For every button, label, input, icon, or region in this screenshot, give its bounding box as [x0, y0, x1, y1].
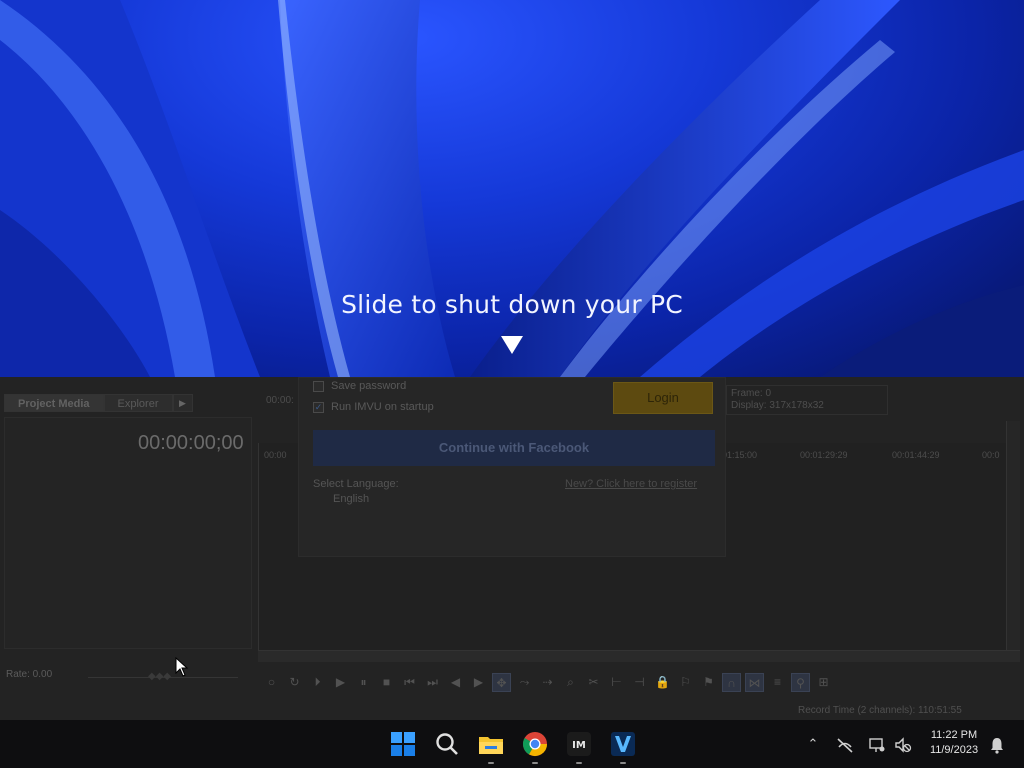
- vegas-running-indicator: [620, 762, 626, 764]
- frame-value: 0: [765, 388, 772, 399]
- mouse-cursor-icon: [175, 657, 189, 677]
- rate-slider-thumb-icon[interactable]: ◆◆◆: [148, 671, 174, 682]
- top-timecode: 00:00:: [266, 395, 294, 406]
- facebook-login-button[interactable]: Continue with Facebook: [313, 430, 715, 466]
- shutdown-slide-panel[interactable]: Slide to shut down your PC: [0, 0, 1024, 377]
- timeline-vertical-scrollbar[interactable]: [1006, 421, 1020, 651]
- go-to-start-icon[interactable]: ⏮: [400, 673, 419, 692]
- trim-start-icon[interactable]: ⊢: [607, 673, 626, 692]
- envelope-tool-icon[interactable]: ⤳: [515, 673, 534, 692]
- ignore-grouping-icon[interactable]: ⊞: [814, 673, 833, 692]
- ruler-mark: 00:01:29:29: [800, 450, 848, 460]
- next-frame-icon[interactable]: ▶: [469, 673, 488, 692]
- stop-icon[interactable]: ■: [377, 673, 396, 692]
- chrome-icon[interactable]: [521, 730, 549, 758]
- imvu-running-indicator: [576, 762, 582, 764]
- imvu-login-dialog: Save password ✓ Run IMVU on startup Logi…: [298, 377, 726, 557]
- selection-tool-icon[interactable]: ⇢: [538, 673, 557, 692]
- tab-scroll-right-icon[interactable]: ▶: [172, 394, 193, 412]
- search-icon[interactable]: [433, 730, 461, 758]
- display-label: Display:: [731, 400, 767, 411]
- register-link[interactable]: New? Click here to register: [565, 478, 697, 490]
- ripple-edit-icon[interactable]: ≡: [768, 673, 787, 692]
- play-icon[interactable]: ▶: [331, 673, 350, 692]
- ruler-mark: 01:15:00: [722, 450, 758, 460]
- run-on-startup-label: Run IMVU on startup: [331, 401, 434, 413]
- clock-time: 11:22 PM: [930, 729, 978, 741]
- rate-label: Rate: 0.00: [6, 669, 53, 680]
- vegas-icon[interactable]: [609, 730, 637, 758]
- run-on-startup-row[interactable]: ✓ Run IMVU on startup: [313, 401, 434, 413]
- play-from-start-icon[interactable]: ⏵: [308, 673, 327, 692]
- language-select[interactable]: English: [333, 493, 369, 505]
- loop-icon[interactable]: ↻: [285, 673, 304, 692]
- taskbar: IM ⌃ 11:22 PM 11/9/2023: [0, 720, 1024, 768]
- zoom-tool-icon[interactable]: ⌕: [561, 673, 580, 692]
- auto-crossfade-icon[interactable]: ⋈: [745, 672, 764, 692]
- lock-icon[interactable]: 🔒: [653, 673, 672, 692]
- explorer-running-indicator: [488, 762, 494, 764]
- go-to-end-icon[interactable]: ⏭: [423, 673, 442, 692]
- language-label: Select Language:: [313, 478, 399, 490]
- chrome-running-indicator: [532, 762, 538, 764]
- display-projection-icon[interactable]: [868, 736, 886, 754]
- slide-down-arrow-icon[interactable]: [501, 336, 523, 354]
- clock-date: 11/9/2023: [929, 744, 979, 756]
- notification-bell-icon[interactable]: [988, 736, 1006, 754]
- media-tabs: Project Media Explorer ▶: [4, 394, 224, 412]
- show-hidden-icons-chevron-icon[interactable]: ⌃: [804, 736, 822, 754]
- save-password-checkbox[interactable]: [313, 380, 324, 392]
- previous-frame-icon[interactable]: ◀: [446, 673, 465, 692]
- split-icon[interactable]: ✂: [584, 673, 603, 692]
- region-icon[interactable]: ⚑: [699, 673, 718, 692]
- login-button[interactable]: Login: [613, 382, 713, 414]
- ruler-mark: 00:00: [264, 450, 287, 460]
- timecode-display: 00:00:00;00: [138, 432, 244, 454]
- normal-edit-tool-icon[interactable]: ✥: [492, 672, 511, 692]
- ruler-mark: 00:01:44:29: [892, 450, 940, 460]
- frame-label: Frame:: [731, 388, 763, 399]
- system-clock[interactable]: 11:22 PM 11/9/2023: [918, 728, 990, 758]
- shutdown-prompt: Slide to shut down your PC: [341, 290, 683, 319]
- transport-toolbar: ○ ↻ ⏵ ▶ ⏸ ■ ⏮ ⏭ ◀ ▶ ✥ ⤳ ⇢ ⌕ ✂ ⊢ ⊣ 🔒 ⚐ ⚑ …: [258, 667, 1024, 697]
- svg-text:IM: IM: [572, 740, 586, 751]
- snapping-icon[interactable]: ∩: [722, 672, 741, 692]
- file-explorer-icon[interactable]: [477, 730, 505, 758]
- record-time-status: Record Time (2 channels): 110:51:55: [798, 705, 962, 716]
- start-icon[interactable]: [389, 730, 417, 758]
- save-password-label: Save password: [331, 380, 407, 392]
- ruler-mark: 00:0: [982, 450, 1000, 460]
- pause-icon[interactable]: ⏸: [354, 673, 373, 692]
- timeline-horizontal-scrollbar[interactable]: [258, 650, 1020, 662]
- run-on-startup-checkbox[interactable]: ✓: [313, 401, 324, 413]
- lock-envelopes-icon[interactable]: ⚲: [791, 672, 810, 692]
- imvu-icon[interactable]: IM: [565, 730, 593, 758]
- volume-muted-icon[interactable]: [894, 736, 912, 754]
- tab-project-media[interactable]: Project Media: [4, 394, 104, 412]
- wallpaper-bloom: [0, 0, 1024, 377]
- tab-explorer[interactable]: Explorer: [103, 394, 173, 412]
- frame-info-panel: Frame: 0 Display: 317x178x32: [726, 385, 888, 415]
- network-offline-icon[interactable]: [836, 736, 854, 754]
- save-password-row[interactable]: Save password: [313, 380, 406, 392]
- trim-end-icon[interactable]: ⊣: [630, 673, 649, 692]
- marker-icon[interactable]: ⚐: [676, 673, 695, 692]
- record-icon[interactable]: ○: [262, 673, 281, 692]
- display-value: 317x178x32: [769, 400, 824, 411]
